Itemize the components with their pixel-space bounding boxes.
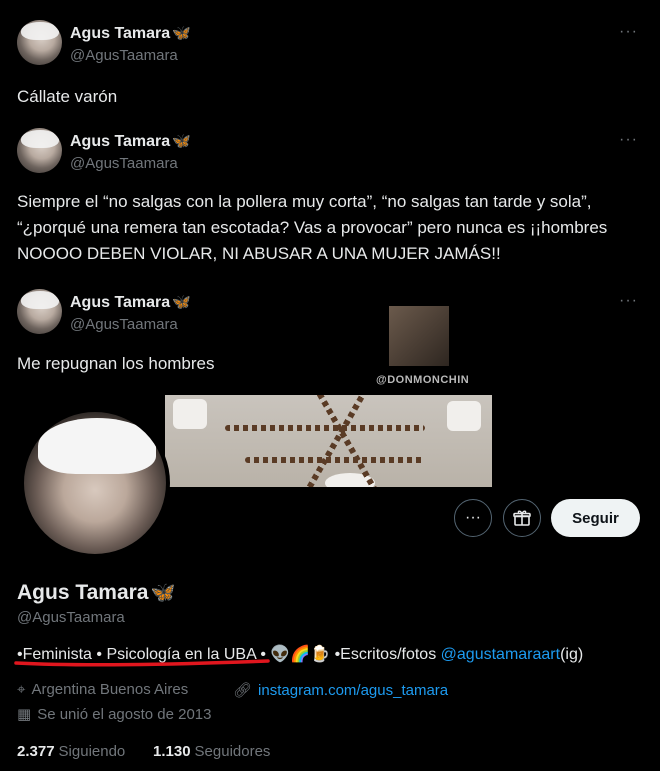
follow-button[interactable]: Seguir xyxy=(551,499,640,537)
tweet-author-handle[interactable]: @AgusTaamara xyxy=(70,155,178,172)
profile-handle: @AgusTaamara xyxy=(17,609,125,626)
tweet-avatar[interactable] xyxy=(17,20,62,65)
bio-suffix: (ig) xyxy=(560,646,584,663)
watermark-image xyxy=(389,306,449,366)
tweet-avatar[interactable] xyxy=(17,289,62,334)
watermark-text: @DONMONCHIN xyxy=(376,374,470,386)
profile-website[interactable]: 🔗︎ instagram.com/agus_tamara xyxy=(233,681,448,699)
profile-location: ⌖ Argentina Buenos Aires xyxy=(17,681,189,698)
profile-avatar[interactable] xyxy=(20,408,170,558)
tweet-author-name[interactable]: Agus Tamara 🦋 xyxy=(70,293,191,312)
profile-joined: ▦ Se unió el agosto de 2013 xyxy=(17,706,212,723)
tweet-author-handle[interactable]: @AgusTaamara xyxy=(70,316,178,333)
gift-button[interactable] xyxy=(503,499,541,537)
tweet-2[interactable]: Agus Tamara 🦋 @AgusTaamara ··· Siempre el… xyxy=(0,128,660,278)
following-count[interactable]: 2.377 Siguiendo xyxy=(17,743,125,760)
banner-beans xyxy=(245,457,425,463)
location-pin-icon: ⌖ xyxy=(17,681,26,698)
more-icon: ··· xyxy=(465,509,481,526)
tweet-text: Me repugnan los hombres xyxy=(17,354,215,373)
tweet-1[interactable]: Agus Tamara 🦋 @AgusTaamara ··· Cállate va… xyxy=(0,20,660,120)
butterfly-icon: 🦋 xyxy=(172,294,191,311)
more-options-icon[interactable]: ··· xyxy=(619,131,638,149)
tweet-author-name[interactable]: Agus Tamara 🦋 xyxy=(70,24,191,43)
profile-banner[interactable] xyxy=(165,395,492,487)
more-button[interactable]: ··· xyxy=(454,499,492,537)
tweet-author-name[interactable]: Agus Tamara 🦋 xyxy=(70,132,191,151)
banner-beans xyxy=(225,425,425,431)
bio-mention-link[interactable]: @agustamaraart xyxy=(441,646,560,663)
butterfly-icon: 🦋 xyxy=(172,133,191,150)
profile-name: Agus Tamara 🦋 xyxy=(17,581,176,604)
red-underline-annotation xyxy=(14,659,270,667)
tweet-3[interactable]: Agus Tamara 🦋 @AgusTaamara ··· Me repugna… xyxy=(0,289,660,379)
tweet-text: Cállate varón xyxy=(17,87,118,106)
banner-cup xyxy=(173,399,207,429)
link-icon: 🔗︎ xyxy=(233,682,253,699)
tweet-text: Siempre el “no salgas con la pollera muy… xyxy=(17,192,608,263)
butterfly-icon: 🦋 xyxy=(150,582,176,604)
more-options-icon[interactable]: ··· xyxy=(619,23,638,41)
calendar-icon: ▦ xyxy=(17,706,32,723)
tweet-author-handle[interactable]: @AgusTaamara xyxy=(70,47,178,64)
followers-count[interactable]: 1.130 Seguidores xyxy=(153,743,270,760)
tweet-avatar[interactable] xyxy=(17,128,62,173)
banner-cup xyxy=(447,401,481,431)
gift-icon xyxy=(513,510,531,526)
butterfly-icon: 🦋 xyxy=(172,25,191,42)
more-options-icon[interactable]: ··· xyxy=(619,292,638,310)
